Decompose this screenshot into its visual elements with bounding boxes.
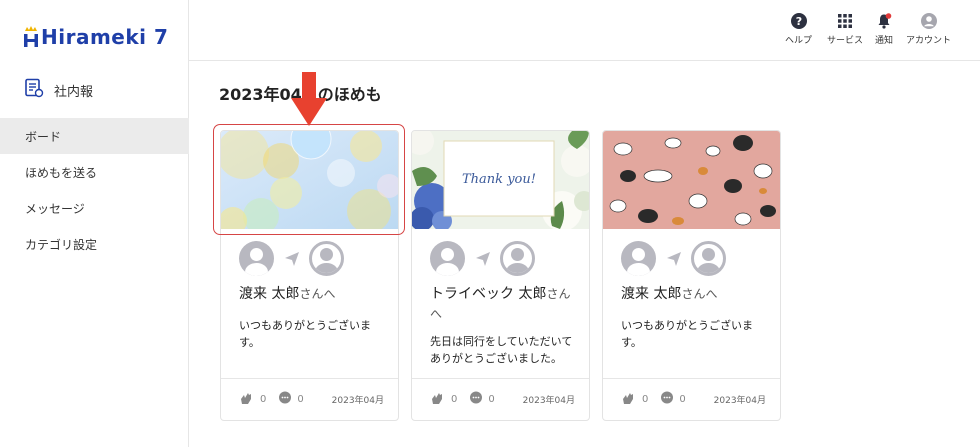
- help-label: ヘルプ: [785, 36, 813, 46]
- notifications-button[interactable]: 通知: [875, 13, 893, 46]
- send-arrow-icon: [656, 241, 691, 276]
- comment-icon: [278, 391, 292, 408]
- sender-avatar[interactable]: [430, 241, 465, 276]
- notifications-label: 通知: [875, 36, 894, 46]
- sidebar-item-label: カテゴリ設定: [25, 237, 98, 252]
- sidebar-item-label: ボード: [25, 129, 62, 144]
- clap-icon: [430, 390, 446, 409]
- sidebar-nav: ボード ほめもを送る メッセージ カテゴリ設定: [0, 118, 189, 262]
- comment-count: 0: [297, 394, 304, 405]
- sender-receiver-row: [430, 241, 535, 276]
- comment-count: 0: [488, 394, 495, 405]
- logo-crown-icon: [22, 25, 40, 49]
- comment-icon: [660, 391, 674, 408]
- services-label: サービス: [827, 36, 864, 46]
- homemo-card[interactable]: Thank you! トライベック 太郎さんへ 先日は同行をしていただいてありが…: [411, 130, 590, 421]
- clap-counter[interactable]: 0: [621, 390, 648, 409]
- comment-icon: [469, 391, 483, 408]
- recipient-suffix: さんへ: [681, 287, 718, 301]
- recipient-name: トライベック 太郎: [430, 286, 547, 302]
- sidebar-item-messages[interactable]: メッセージ: [0, 190, 189, 226]
- top-header: ? ヘルプ サービス 通知 アカウント: [189, 0, 980, 61]
- sidebar-item-send-homemo[interactable]: ほめもを送る: [0, 154, 189, 190]
- sidebar-item-label: ほめもを送る: [25, 165, 98, 180]
- app-logo[interactable]: Hirameki 7: [22, 22, 168, 52]
- card-date: 2023年04月: [522, 396, 575, 406]
- recipient: トライベック 太郎さんへ: [430, 284, 579, 324]
- svg-text:?: ?: [795, 15, 801, 28]
- recipient-suffix: さんへ: [299, 287, 336, 301]
- recipient: 渡来 太郎さんへ: [621, 284, 770, 304]
- cats-pattern-image: [603, 131, 780, 229]
- sender-avatar[interactable]: [239, 241, 274, 276]
- sidebar-item-category-settings[interactable]: カテゴリ設定: [0, 226, 189, 262]
- clap-count: 0: [451, 394, 458, 405]
- grid-icon: [837, 13, 853, 29]
- receiver-avatar[interactable]: [500, 241, 535, 276]
- sidebar-item-label: メッセージ: [25, 201, 85, 216]
- card-footer: 0 0 2023年04月: [603, 378, 780, 420]
- sidebar: Hirameki 7 社内報 ボード ほめもを送る メッセージ カテゴリ設定: [0, 0, 189, 447]
- section-header-newsletter[interactable]: 社内報: [24, 78, 93, 102]
- account-button[interactable]: アカウント: [906, 13, 951, 46]
- bell-icon: [876, 13, 892, 29]
- bubbles-image: [221, 131, 398, 229]
- card-message: 先日は同行をしていただいてありがとうございました。: [430, 335, 573, 365]
- send-arrow-icon: [465, 241, 500, 276]
- sidebar-item-board[interactable]: ボード: [0, 118, 189, 154]
- section-label: 社内報: [54, 84, 94, 100]
- card-footer: 0 0 2023年04月: [221, 378, 398, 420]
- account-icon: [920, 13, 937, 29]
- account-label: アカウント: [906, 36, 952, 46]
- send-arrow-icon: [274, 241, 309, 276]
- card-footer: 0 0 2023年04月: [412, 378, 589, 420]
- card-message: いつもありがとうございます。: [239, 319, 371, 349]
- services-button[interactable]: サービス: [827, 13, 863, 46]
- recipient-name: 渡来 太郎: [621, 286, 682, 302]
- clap-count: 0: [260, 394, 267, 405]
- clap-icon: [621, 390, 637, 409]
- card-message: いつもありがとうございます。: [621, 319, 753, 349]
- comment-counter[interactable]: 0: [278, 391, 304, 408]
- comment-counter[interactable]: 0: [469, 391, 495, 408]
- card-date: 2023年04月: [713, 396, 766, 406]
- clap-icon: [239, 390, 255, 409]
- clap-counter[interactable]: 0: [430, 390, 457, 409]
- newsletter-icon: [24, 78, 44, 102]
- thank-you-card-image: Thank you!: [412, 131, 589, 229]
- recipient-name: 渡来 太郎: [239, 286, 300, 302]
- help-icon: ?: [790, 13, 807, 29]
- homemo-card[interactable]: 渡来 太郎さんへ いつもありがとうございます。 0 0 2023年04月: [602, 130, 781, 421]
- receiver-avatar[interactable]: [309, 241, 344, 276]
- sender-avatar[interactable]: [621, 241, 656, 276]
- recipient: 渡来 太郎さんへ: [239, 284, 388, 304]
- help-button[interactable]: ? ヘルプ: [785, 13, 812, 46]
- logo-text: Hirameki 7: [41, 25, 169, 49]
- homemo-card[interactable]: 渡来 太郎さんへ いつもありがとうございます。 0 0 2023年04月: [220, 130, 399, 421]
- clap-counter[interactable]: 0: [239, 390, 266, 409]
- comment-counter[interactable]: 0: [660, 391, 686, 408]
- sender-receiver-row: [239, 241, 344, 276]
- clap-count: 0: [642, 394, 649, 405]
- comment-count: 0: [679, 394, 686, 405]
- thank-you-text: Thank you!: [462, 172, 536, 187]
- receiver-avatar[interactable]: [691, 241, 726, 276]
- pointer-arrow-icon: [289, 70, 329, 128]
- card-date: 2023年04月: [331, 396, 384, 406]
- sender-receiver-row: [621, 241, 726, 276]
